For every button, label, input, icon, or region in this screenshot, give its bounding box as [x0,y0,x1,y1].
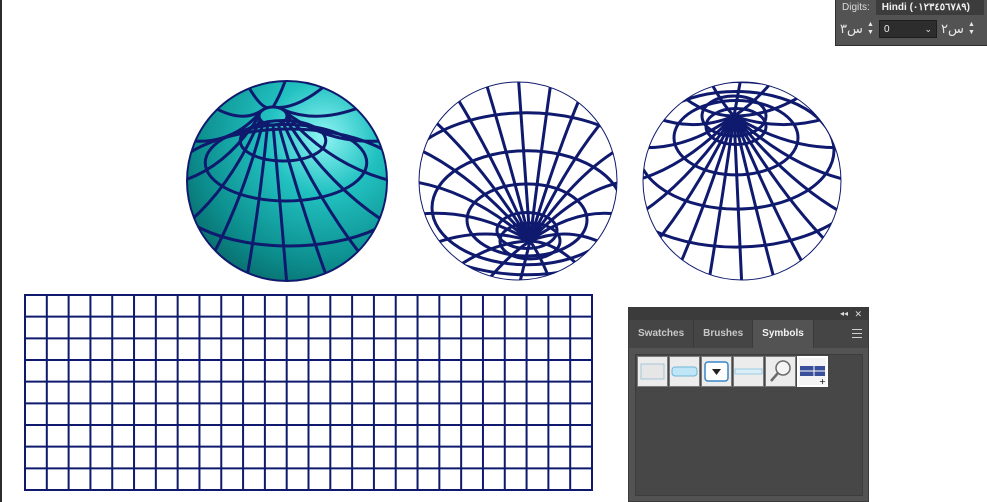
number-stepper[interactable]: ▲ ▼ [866,19,875,39]
navy-flag-symbol[interactable]: + [797,356,828,387]
arabic-text-left-icon[interactable]: س٣ [840,22,863,37]
tab-symbols[interactable]: Symbols [753,320,814,348]
tab-brushes[interactable]: Brushes [694,320,754,348]
digits-select[interactable]: Hindi (٠١٢٣٤٥٦٧٨٩) [875,0,984,15]
number-stepper-right[interactable]: ▲ ▼ [967,19,976,39]
arabic-text-right-icon[interactable]: س٢ [941,22,964,37]
thin-bar-symbol[interactable] [733,356,764,387]
dropdown-button-symbol[interactable] [701,356,732,387]
number-input[interactable]: 0 ⌄ [879,20,937,38]
flat-grid[interactable] [24,294,593,491]
close-icon[interactable]: ✕ [854,308,862,320]
digits-label: Digits: [842,2,870,13]
number-value: 0 [884,23,890,35]
panel-titlebar[interactable]: ◂◂ ✕ [629,308,868,320]
panel-tabs: Swatches Brushes Symbols [629,320,868,348]
magnifier-symbol[interactable] [765,356,796,387]
panel-menu-icon[interactable] [852,329,862,338]
shaded-globe[interactable] [166,76,413,286]
light-blue-bar-symbol[interactable] [669,356,700,387]
symbols-list: + [635,354,863,496]
collapse-icon[interactable]: ◂◂ [840,308,848,320]
chevron-down-icon[interactable]: ⌄ [924,24,932,35]
tab-swatches[interactable]: Swatches [629,320,695,348]
digits-panel: Digits: Hindi (٠١٢٣٤٥٦٧٨٩) س٣ ▲ ▼ 0 ⌄ س٢ … [835,0,987,46]
svg-text:+: + [819,377,826,385]
blank-square-symbol[interactable] [637,356,668,387]
symbols-panel: ◂◂ ✕ Swatches Brushes Symbols + [628,307,869,502]
